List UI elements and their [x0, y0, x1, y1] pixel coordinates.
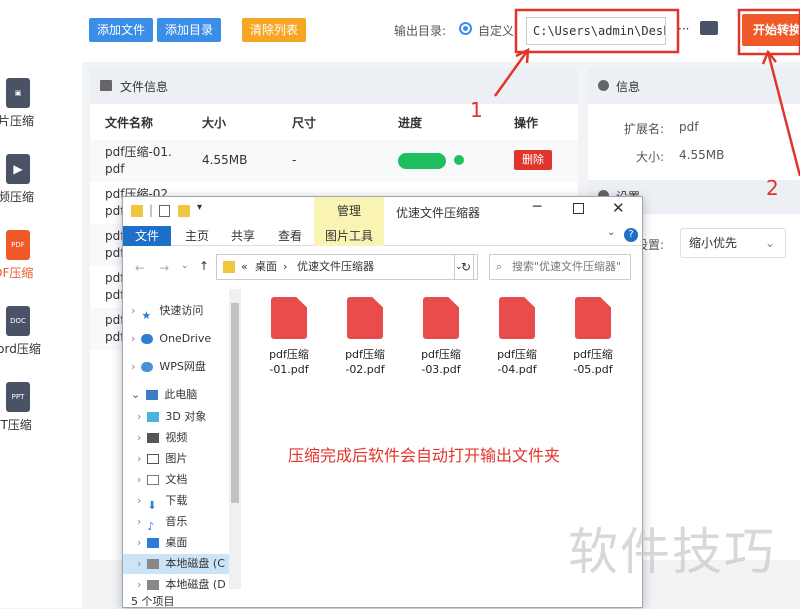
- annotation-number-2: 2: [766, 176, 779, 200]
- arrow-2: [766, 51, 800, 177]
- path-highlight-box: [514, 8, 680, 54]
- start-highlight-box: [737, 8, 800, 56]
- arrow-1: [493, 49, 530, 97]
- annotation-overlay: [493, 8, 800, 177]
- annotation-number-1: 1: [470, 98, 483, 122]
